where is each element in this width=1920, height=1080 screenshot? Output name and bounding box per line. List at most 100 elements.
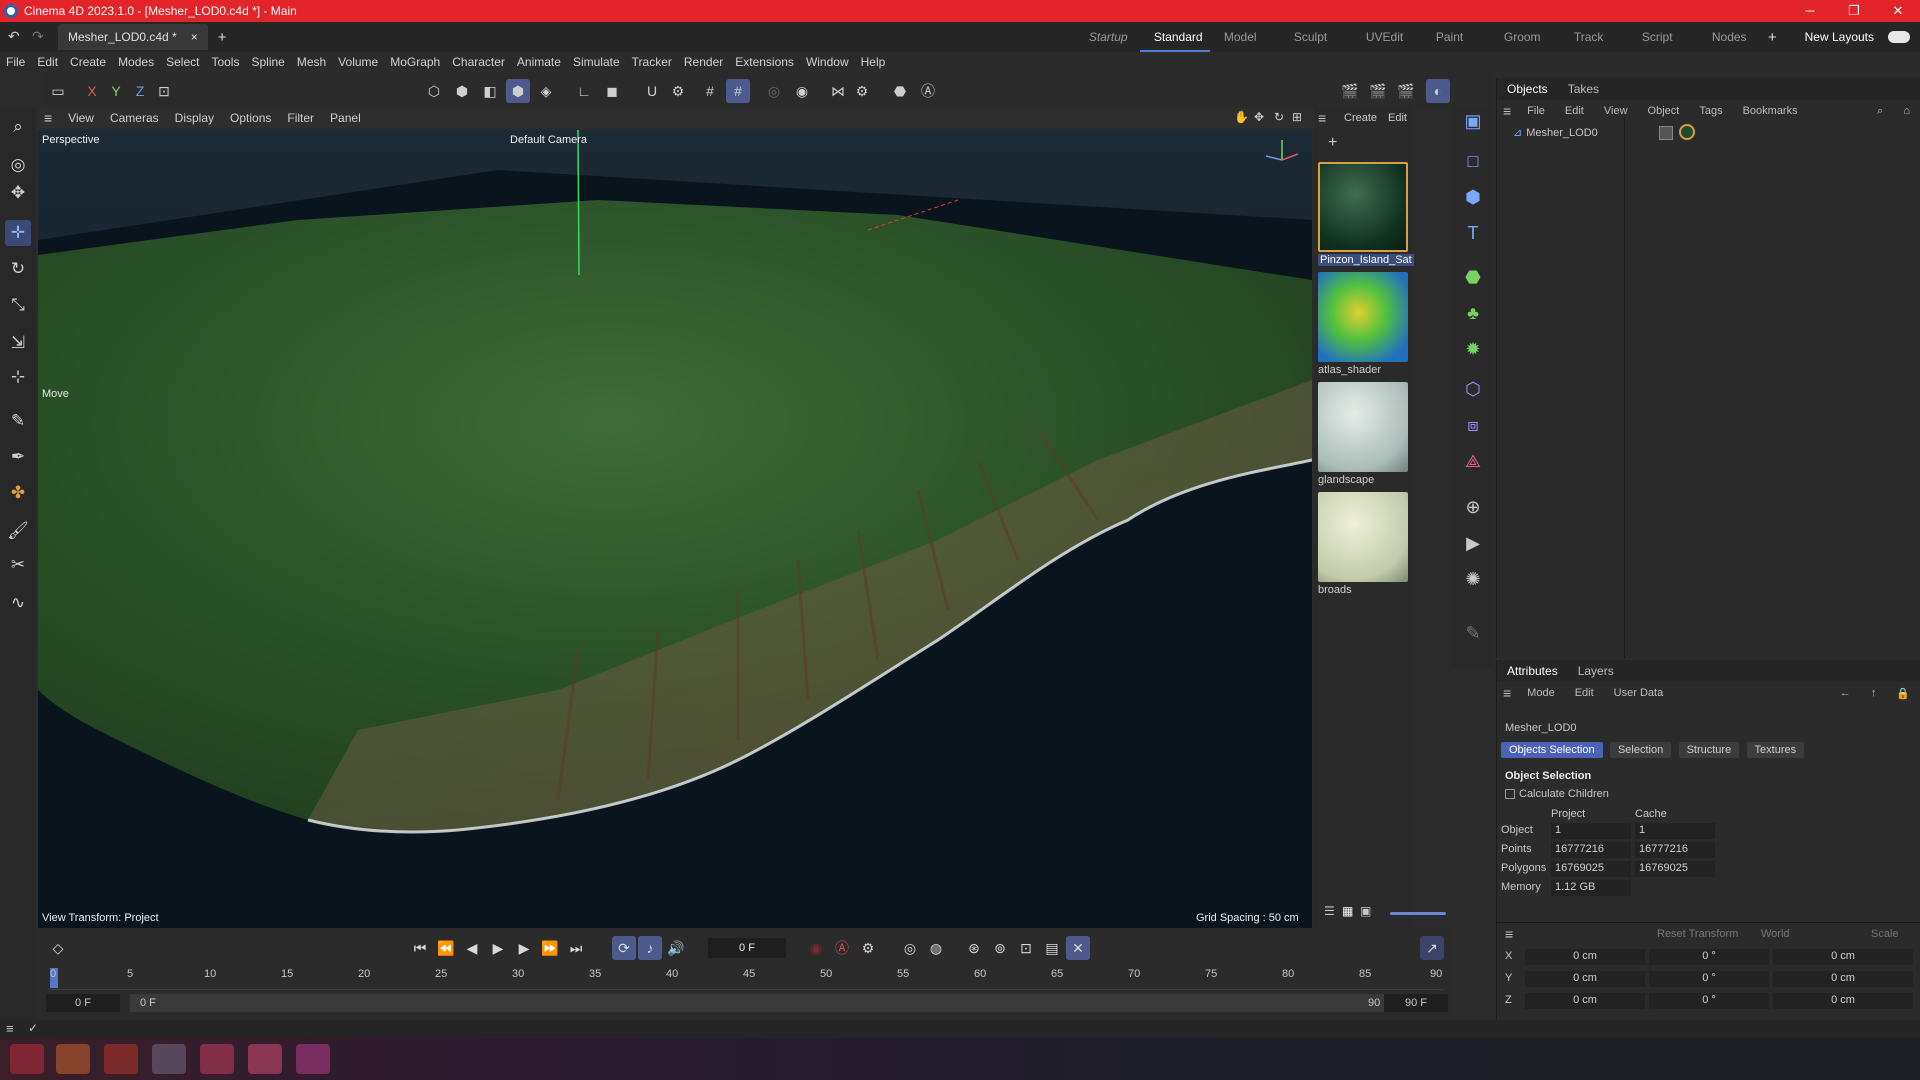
scale-tool-icon[interactable]: ⤡ [5,292,31,318]
parameter-icon[interactable]: ⊡ [1014,936,1038,960]
viewport-menu-view[interactable]: View [60,111,102,125]
menu-create[interactable]: Create [64,55,112,69]
menu-render[interactable]: Render [678,55,729,69]
menu-simulate[interactable]: Simulate [567,55,626,69]
key-rotation-icon[interactable]: ◍ [924,936,948,960]
spline-pen-icon[interactable]: ✎ [5,408,31,434]
material-tag-sphere-icon[interactable] [1679,124,1695,140]
render-view-icon[interactable]: ◉ [790,79,814,103]
tab-takes[interactable]: Takes [1558,82,1609,96]
auto-keyframe-icon[interactable]: Ⓐ [916,79,940,103]
pan-view-icon[interactable]: ✋ [1234,110,1249,124]
menu-extensions[interactable]: Extensions [729,55,800,69]
position-field[interactable]: 0 cm [1525,993,1645,1009]
volume-icon[interactable]: ⧈ [1460,412,1486,438]
redo-icon[interactable]: ↷ [32,28,44,45]
timeline-curve-icon[interactable]: ↗ [1420,936,1444,960]
polygons-mode-icon[interactable]: ◧ [478,79,502,103]
viewport-menu-cameras[interactable]: Cameras [102,111,167,125]
workplane-snap-icon[interactable]: # [726,79,750,103]
layout-uvedit[interactable]: UVEdit [1352,30,1422,44]
environment-sky-icon[interactable]: ⊕ [1460,494,1486,520]
rotation-field[interactable]: 0 ° [1649,971,1769,987]
add-material-icon[interactable]: + [1328,134,1337,152]
add-layout-button[interactable]: + [1754,29,1791,46]
spline-smooth-icon[interactable]: ✒ [5,444,31,470]
undo-icon[interactable]: ↶ [8,28,20,45]
menu-select[interactable]: Select [160,55,205,69]
layout-toggle-switch[interactable] [1888,31,1910,43]
live-selection-icon[interactable]: ◎ [5,152,31,178]
pla-icon[interactable]: ▤ [1040,936,1064,960]
new-layouts-label[interactable]: New Layouts [1791,30,1888,44]
model-mode-icon[interactable]: ▭ [46,79,70,103]
menu-spline[interactable]: Spline [245,55,290,69]
text-spline-icon[interactable]: T [1460,220,1486,246]
document-tab[interactable]: Mesher_LOD0.c4d * × [58,24,208,50]
objects-search-icon[interactable]: ⌕ [1867,105,1893,118]
reset-transform-button[interactable]: Reset Transform [1657,928,1738,940]
attributes-menu-edit[interactable]: Edit [1565,687,1604,699]
scale-field[interactable]: 0 cm [1773,993,1913,1009]
objects-menu-object[interactable]: Object [1638,105,1690,117]
knife-tool-icon[interactable]: ✂ [5,552,31,578]
null-object-icon[interactable]: □ [1460,148,1486,174]
menu-volume[interactable]: Volume [332,55,384,69]
taskbar-app-icon[interactable] [248,1044,282,1074]
next-frame-icon[interactable]: ▶ [512,936,536,960]
search-icon[interactable]: ⌕ [5,114,31,140]
textures-button[interactable]: Textures [1746,742,1805,758]
sound-scrub-icon[interactable]: ♪ [638,936,662,960]
objects-menu-tags[interactable]: Tags [1689,105,1732,117]
sculpt-brush-icon[interactable]: ✤ [5,480,31,506]
menu-tracker[interactable]: Tracker [626,55,678,69]
menu-animate[interactable]: Animate [511,55,567,69]
move-tool-icon[interactable]: ✛ [5,220,31,246]
symmetry-icon[interactable]: ⋈ [826,79,850,103]
volume-icon[interactable]: 🔊 [664,936,688,960]
camera-object-icon[interactable]: ▣ [1460,108,1486,134]
z-axis-toggle[interactable]: Z [128,79,152,103]
current-frame-field[interactable]: 0 F [708,938,786,958]
selection-button[interactable]: Selection [1609,742,1672,758]
objects-menu-view[interactable]: View [1594,105,1638,117]
objects-menu-bookmarks[interactable]: Bookmarks [1733,105,1808,117]
light-icon[interactable]: ✺ [1460,566,1486,592]
scale-field[interactable]: 0 cm [1773,971,1913,987]
menu-character[interactable]: Character [446,55,511,69]
layout-paint[interactable]: Paint [1422,30,1490,44]
layout-standard[interactable]: Standard [1139,22,1210,52]
maximize-view-icon[interactable]: ⊞ [1292,110,1302,124]
menu-help[interactable]: Help [855,55,892,69]
viewport-menu-filter[interactable]: Filter [279,111,322,125]
close-window-button[interactable]: ✕ [1876,0,1920,22]
grid-view-icon[interactable]: ▦ [1342,904,1353,918]
frame-range-bar[interactable]: 0 F 90 F [130,994,1400,1012]
grid-snap-icon[interactable]: # [698,79,722,103]
coordinate-mode-select[interactable]: Scale [1871,928,1899,940]
tab-objects[interactable]: Objects [1497,82,1558,96]
attributes-menu-mode[interactable]: Mode [1517,687,1565,699]
3d-viewport[interactable]: Perspective Default Camera Move [38,130,1312,928]
back-arrow-icon[interactable]: ← [1830,687,1861,699]
layout-model[interactable]: Model [1210,30,1280,44]
layout-groom[interactable]: Groom [1490,30,1560,44]
menu-window[interactable]: Window [800,55,855,69]
render-settings-icon[interactable]: 🎬 [1338,79,1362,103]
object-row[interactable]: ⊿ Mesher_LOD0 [1513,126,1598,140]
taskbar-app-icon[interactable] [296,1044,330,1074]
camera-label[interactable]: Default Camera [510,134,587,146]
calculate-children-checkbox[interactable] [1505,789,1515,799]
interactive-render-icon[interactable]: ◐ [1426,79,1450,103]
object-name[interactable]: Mesher_LOD0 [1526,127,1598,139]
subdivision-surface-icon[interactable]: ⬣ [1460,264,1486,290]
taskbar-app-icon[interactable] [56,1044,90,1074]
up-arrow-icon[interactable]: ↑ [1861,687,1887,699]
attributes-hamburger-icon[interactable]: ≡ [1497,685,1517,701]
symmetry-settings-icon[interactable]: ⚙ [850,79,874,103]
position-field[interactable]: 0 cm [1525,949,1645,965]
next-key-icon[interactable]: ⏩ [538,936,562,960]
select-tool-icon[interactable]: ✥ [5,180,31,206]
end-frame-field[interactable]: 90 F [1384,994,1448,1012]
points-mode-icon[interactable]: ⬡ [422,79,446,103]
